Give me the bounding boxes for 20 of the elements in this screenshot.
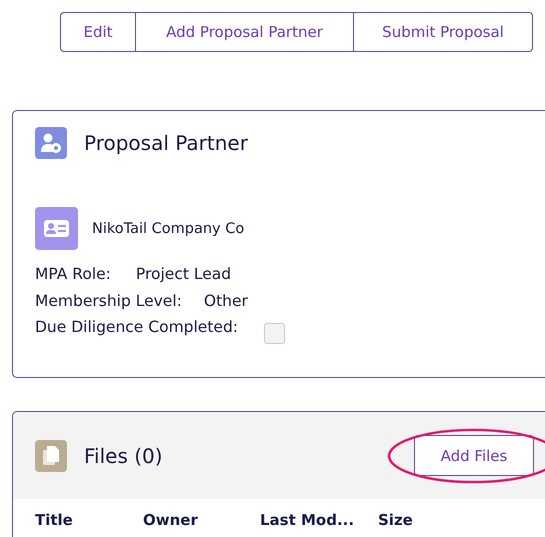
field-value: Other: [204, 292, 248, 310]
action-button[interactable]: Submit Proposal: [353, 12, 533, 52]
field-value: Project Lead: [136, 265, 232, 284]
card-title: Proposal Partner: [84, 131, 248, 155]
partner-icon: [35, 127, 67, 159]
add-files-button[interactable]: Add Files: [414, 435, 534, 476]
column-header: Last Mod...: [260, 511, 356, 529]
contact-card-icon: [35, 207, 78, 250]
account-name: NikoTail Company Co: [92, 220, 244, 236]
card-title: Files (0): [84, 444, 163, 468]
column-header: Size: [378, 511, 413, 529]
field-label: Due Diligence Completed:: [35, 318, 238, 336]
files-icon: [35, 440, 67, 472]
column-header: Title: [35, 511, 74, 529]
field-label: Membership Level:: [35, 292, 182, 310]
action-button[interactable]: Edit: [60, 12, 136, 52]
column-header: Owner: [143, 511, 199, 529]
field-label: MPA Role:: [35, 265, 111, 284]
action-button[interactable]: Add Proposal Partner: [135, 12, 354, 52]
checkbox[interactable]: [264, 322, 286, 344]
